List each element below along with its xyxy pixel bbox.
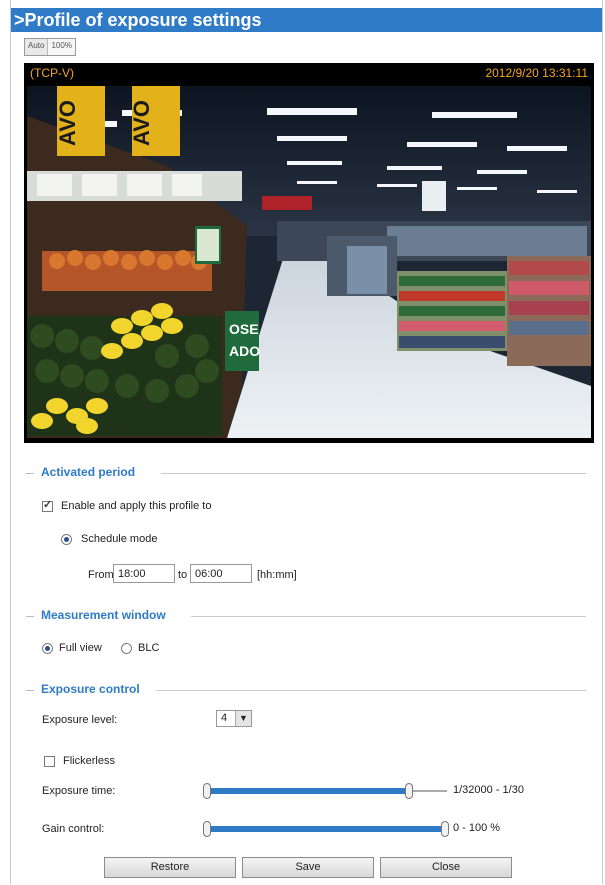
gain-control-label: Gain control: [42,823,105,835]
section-divider [26,616,34,617]
enable-profile-checkbox[interactable] [42,498,53,512]
exposure-time-range: 1/32000 - 1/30 [453,784,524,796]
exposure-time-max-handle[interactable] [405,783,413,799]
gain-control-min-handle[interactable] [203,821,211,837]
exposure-time-slider-fill[interactable] [208,788,409,794]
section-divider [191,616,586,617]
svg-text:OSE: OSE [229,321,259,337]
blc-label: BLC [138,642,160,654]
exposure-level-value: 4 [221,712,228,724]
measurement-window-heading: Measurement window [41,608,174,622]
from-time-input[interactable]: 18:00 [113,564,175,583]
exposure-level-label: Exposure level: [42,714,118,726]
stream-protocol-label: (TCP-V) [30,66,74,80]
svg-text:AVO: AVO [55,100,80,146]
gain-control-max-handle[interactable] [441,821,449,837]
exposure-time-min-handle[interactable] [203,783,211,799]
view-size-toggle[interactable]: Auto 100% [24,38,76,56]
enable-profile-label: Enable and apply this profile to [61,500,212,512]
view-auto-button[interactable]: Auto [25,39,49,55]
flickerless-checkbox[interactable] [44,756,55,767]
to-label: to [178,569,188,581]
to-time-input[interactable]: 06:00 [190,564,252,583]
supermarket-scene-graphic: AVO AVO OSE ADO [27,86,591,438]
activated-period-heading: Activated period [41,465,144,479]
full-view-radio[interactable] [42,643,53,654]
measurement-window-section: Measurement window [26,608,586,623]
section-divider [26,473,34,474]
page-title: >Profile of exposure settings [11,8,602,32]
camera-feed-image: AVO AVO OSE ADO [27,86,591,438]
gain-control-range: 0 - 100 % [453,822,501,834]
save-button[interactable]: Save [242,857,374,878]
section-divider [156,690,586,691]
flickerless-label: Flickerless [63,755,115,767]
from-label: From [88,569,114,581]
close-button[interactable]: Close [380,857,512,878]
live-video-panel: (TCP-V) 2012/9/20 13:31:11 AVO AVO OSE A… [24,63,594,443]
exposure-level-select[interactable]: 4 ▼ [216,710,252,727]
video-timestamp: 2012/9/20 13:31:11 [485,66,588,80]
full-view-label: Full view [59,642,102,654]
activated-period-section: Activated period [26,465,586,480]
exposure-time-label: Exposure time: [42,785,116,797]
view-100-percent-button[interactable]: 100% [48,39,75,55]
section-divider [26,690,34,691]
svg-text:ADO: ADO [229,343,260,359]
time-format-hint: [hh:mm] [257,569,297,581]
exposure-time-slider-track[interactable] [409,790,447,792]
svg-text:AVO: AVO [129,100,154,146]
exposure-control-heading: Exposure control [41,682,148,696]
exposure-control-section: Exposure control [26,682,586,697]
gain-control-slider-fill[interactable] [208,826,445,832]
schedule-mode-label: Schedule mode [81,533,158,545]
restore-button[interactable]: Restore [104,857,236,878]
section-divider [161,473,586,474]
blc-radio[interactable] [121,643,132,654]
video-header: (TCP-V) 2012/9/20 13:31:11 [24,63,594,83]
schedule-mode-radio[interactable] [61,534,72,545]
chevron-down-icon[interactable]: ▼ [235,711,251,726]
